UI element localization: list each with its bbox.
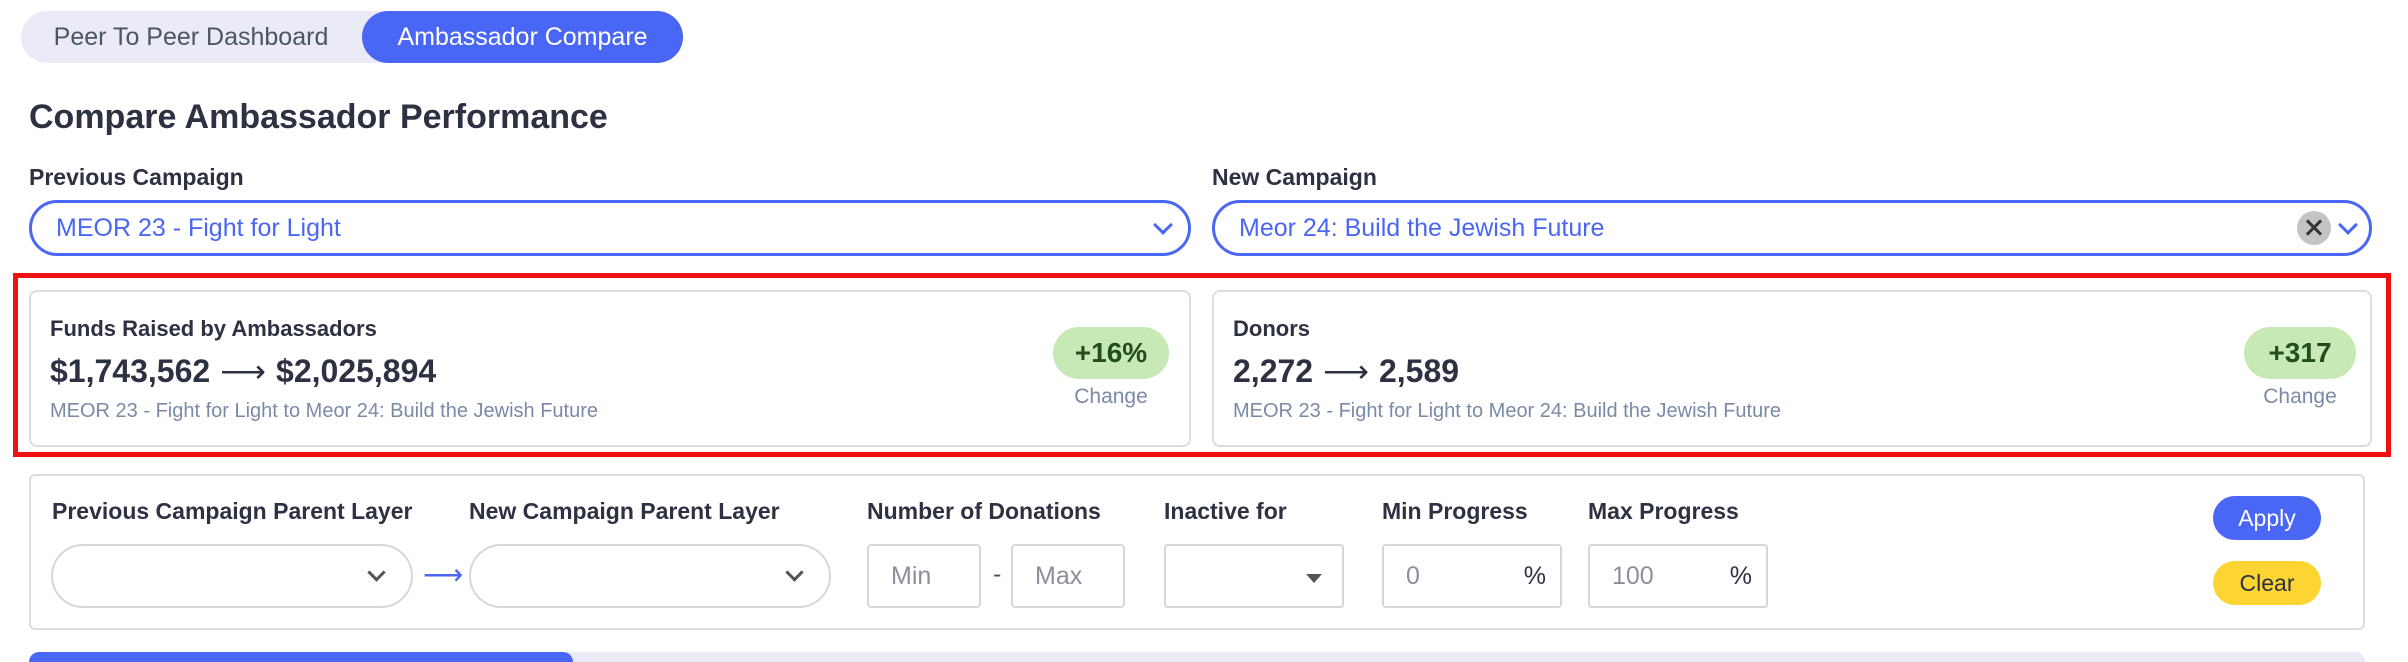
donations-min-input[interactable]: Min xyxy=(867,544,981,608)
arrow-right-icon: ⟶ xyxy=(220,353,267,389)
donors-values: 2,272 ⟶ 2,589 xyxy=(1233,352,1459,390)
card-subtitle: MEOR 23 - Fight for Light to Meor 24: Bu… xyxy=(1233,400,1782,422)
tab-ambassador-compare[interactable]: Ambassador Compare xyxy=(362,11,683,63)
percent-sign: % xyxy=(1523,562,1546,590)
donors-to: 2,589 xyxy=(1378,353,1460,389)
chevron-down-icon xyxy=(367,563,386,582)
new-parent-layer-select[interactable] xyxy=(469,544,831,608)
chevron-down-icon xyxy=(785,563,804,582)
previous-campaign-value: MEOR 23 - Fight for Light xyxy=(56,214,341,242)
funds-from: $1,743,562 xyxy=(50,353,211,389)
previous-campaign-label: Previous Campaign xyxy=(29,164,244,190)
view-tabs: Peer To Peer Dashboard Ambassador Compar… xyxy=(21,11,683,63)
page-title: Compare Ambassador Performance xyxy=(29,98,608,136)
funds-values: $1,743,562 ⟶ $2,025,894 xyxy=(50,352,436,390)
previous-campaign-select[interactable]: MEOR 23 - Fight for Light xyxy=(29,200,1191,256)
new-campaign-value: Meor 24: Build the Jewish Future xyxy=(1239,214,1605,242)
min-progress-input[interactable]: 0 % xyxy=(1382,544,1562,608)
prev-parent-layer-select[interactable] xyxy=(51,544,413,608)
max-progress-input[interactable]: 100 % xyxy=(1588,544,1768,608)
arrow-right-icon: ⟶ xyxy=(423,559,464,590)
chevron-down-icon xyxy=(1153,215,1173,235)
new-parent-layer-label: New Campaign Parent Layer xyxy=(469,498,780,524)
clear-button[interactable]: Clear xyxy=(2213,561,2321,605)
min-progress-label: Min Progress xyxy=(1382,498,1528,524)
placeholder: 100 xyxy=(1612,562,1654,590)
change-label: Change xyxy=(1074,385,1148,408)
bottom-bar-fill[interactable] xyxy=(29,652,573,662)
caret-down-icon xyxy=(1306,574,1322,583)
funds-raised-card: Funds Raised by Ambassadors $1,743,562 ⟶ $… xyxy=(29,290,1191,447)
placeholder: Min xyxy=(891,562,932,590)
funds-to: $2,025,894 xyxy=(276,353,437,389)
filters-panel: Previous Campaign Parent Layer ⟶ New Cam… xyxy=(29,474,2365,630)
tab-peer-to-peer-dashboard[interactable]: Peer To Peer Dashboard xyxy=(21,11,361,63)
percent-sign: % xyxy=(1729,562,1752,590)
card-subtitle: MEOR 23 - Fight for Light to Meor 24: Bu… xyxy=(50,400,599,422)
card-title: Funds Raised by Ambassadors xyxy=(50,316,377,341)
inactive-for-select[interactable] xyxy=(1164,544,1344,608)
change-label: Change xyxy=(2263,385,2337,408)
arrow-right-icon: ⟶ xyxy=(1323,353,1369,389)
range-separator: - xyxy=(993,560,1002,588)
new-campaign-label: New Campaign xyxy=(1212,164,1377,190)
chevron-down-icon[interactable] xyxy=(2338,215,2358,235)
donors-from: 2,272 xyxy=(1233,353,1314,389)
donors-card: Donors 2,272 ⟶ 2,589 MEOR 23 - Fight for L… xyxy=(1212,290,2372,447)
clear-selection-icon[interactable] xyxy=(2297,211,2331,245)
change-badge: +16% xyxy=(1053,327,1169,379)
inactive-for-label: Inactive for xyxy=(1164,498,1287,524)
apply-button[interactable]: Apply xyxy=(2213,496,2321,540)
placeholder: Max xyxy=(1035,562,1083,590)
prev-parent-layer-label: Previous Campaign Parent Layer xyxy=(52,498,413,524)
change-badge: +317 xyxy=(2244,327,2356,379)
card-title: Donors xyxy=(1233,316,1310,341)
max-progress-label: Max Progress xyxy=(1588,498,1739,524)
new-campaign-select[interactable]: Meor 24: Build the Jewish Future xyxy=(1212,200,2372,256)
placeholder: 0 xyxy=(1406,562,1420,590)
number-of-donations-label: Number of Donations xyxy=(867,498,1101,524)
donations-max-input[interactable]: Max xyxy=(1011,544,1125,608)
